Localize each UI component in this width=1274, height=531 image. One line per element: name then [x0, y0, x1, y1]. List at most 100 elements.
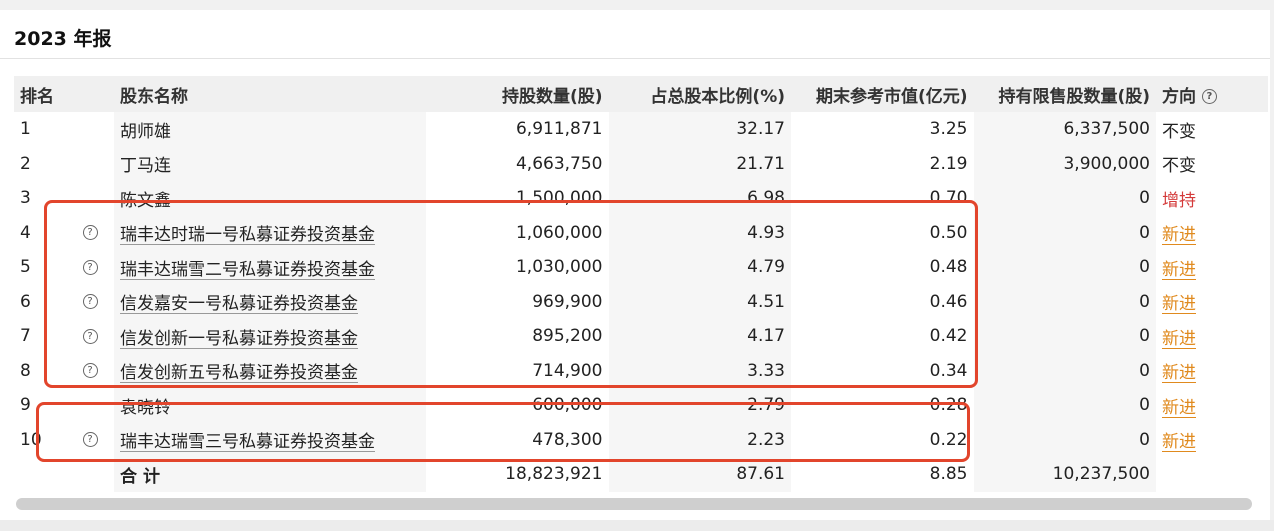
- shareholder-name[interactable]: 瑞丰达瑞雪二号私募证券投资基金: [114, 250, 426, 285]
- shares-cell: 600,000: [532, 395, 603, 416]
- question-circle-icon[interactable]: ?: [82, 259, 98, 275]
- shareholder-name-text[interactable]: 信发嘉安一号私募证券投资基金: [120, 294, 358, 314]
- ratio-cell: 4.17: [608, 319, 791, 354]
- question-circle-icon[interactable]: ?: [82, 432, 98, 448]
- direction-cell: 新进: [1156, 216, 1268, 251]
- direction-text: 不变: [1162, 156, 1196, 177]
- shareholder-name-text[interactable]: 瑞丰达时瑞一号私募证券投资基金: [120, 225, 375, 245]
- direction-text[interactable]: 新进: [1162, 432, 1196, 452]
- direction-text[interactable]: 新进: [1162, 294, 1196, 314]
- shareholder-name[interactable]: 信发创新五号私募证券投资基金: [114, 353, 426, 388]
- direction-cell: 新进: [1156, 423, 1268, 458]
- direction-cell: 不变: [1156, 112, 1268, 147]
- direction-text[interactable]: 新进: [1162, 398, 1196, 418]
- restricted-cell: 0: [973, 181, 1156, 216]
- icon-cell: ?: [66, 319, 114, 354]
- horizontal-scrollbar[interactable]: [16, 498, 1252, 510]
- ratio-cell: 2.79: [608, 388, 791, 423]
- shares-cell: 6,911,871: [515, 119, 603, 140]
- shares-cell: 1,500,000: [515, 188, 603, 209]
- header-restricted[interactable]: 持有限售股数量(股): [974, 76, 1157, 112]
- value-cell: 2.19: [929, 153, 968, 174]
- rank-cell: 7: [20, 326, 31, 347]
- rank-cell: 1: [20, 119, 31, 140]
- table-row: 10? 瑞丰达瑞雪三号私募证券投资基金 478,300 2.23 0.22 0 新进: [14, 422, 1268, 458]
- header-value[interactable]: 期末参考市值(亿元): [791, 76, 974, 112]
- shares-cell: 4,663,750: [515, 153, 603, 174]
- title-divider: [0, 58, 1270, 59]
- header-ratio[interactable]: 占总股本比例(%): [609, 76, 792, 112]
- direction-text[interactable]: 新进: [1162, 363, 1196, 383]
- direction-cell: 新进: [1156, 285, 1268, 320]
- icon-cell: [66, 112, 114, 147]
- value-cell: 0.48: [929, 257, 968, 278]
- ratio-cell: 4.79: [608, 250, 791, 285]
- header-direction[interactable]: 方向 ?: [1156, 76, 1268, 112]
- question-circle-icon[interactable]: ?: [1201, 89, 1217, 104]
- header-rank[interactable]: 排名: [14, 76, 66, 112]
- table-row: 4? 瑞丰达时瑞一号私募证券投资基金 1,060,000 4.93 0.50 0 新进: [14, 215, 1268, 251]
- value-cell: 0.28: [929, 395, 968, 416]
- table-row: 7? 信发创新一号私募证券投资基金 895,200 4.17 0.42 0 新进: [14, 319, 1268, 354]
- total-ratio: 87.61: [608, 457, 791, 492]
- shareholder-name: 丁马连: [114, 146, 426, 181]
- restricted-cell: 0: [973, 319, 1156, 354]
- direction-cell: 新进: [1156, 319, 1268, 354]
- shareholder-name-text: 陈文鑫: [120, 190, 171, 211]
- direction-cell: 增持: [1156, 181, 1268, 216]
- total-label: 合计: [114, 457, 426, 492]
- question-circle-icon[interactable]: ?: [82, 328, 98, 344]
- question-circle-icon[interactable]: ?: [82, 363, 98, 379]
- shareholder-name-text: 丁马连: [120, 156, 171, 177]
- question-circle-icon[interactable]: ?: [82, 294, 98, 310]
- direction-text: 增持: [1162, 190, 1196, 211]
- shareholder-name[interactable]: 信发创新一号私募证券投资基金: [114, 319, 426, 354]
- direction-text[interactable]: 新进: [1162, 225, 1196, 245]
- direction-text[interactable]: 新进: [1162, 329, 1196, 349]
- icon-cell: ?: [66, 216, 114, 251]
- icon-cell: [66, 181, 114, 216]
- icon-cell: ?: [66, 285, 114, 320]
- shareholder-name: 胡师雄: [114, 112, 426, 147]
- table-row: 5? 瑞丰达瑞雪二号私募证券投资基金 1,030,000 4.79 0.48 0 新进: [14, 250, 1268, 285]
- icon-cell: ?: [66, 423, 114, 458]
- value-cell: 0.50: [929, 222, 968, 243]
- rank-cell: 10: [20, 429, 42, 450]
- shareholder-name-text: 胡师雄: [120, 121, 171, 142]
- rank-cell: 2: [20, 153, 31, 174]
- total-rank-cell: [14, 457, 66, 492]
- shareholder-name[interactable]: 信发嘉安一号私募证券投资基金: [114, 284, 426, 319]
- direction-cell: 新进: [1156, 354, 1268, 389]
- total-shares: 18,823,921: [505, 464, 603, 485]
- restricted-cell: 0: [973, 284, 1156, 319]
- direction-cell: 不变: [1156, 147, 1268, 182]
- table-row: 3 陈文鑫 1,500,000 6.98 0.70 0 增持: [14, 181, 1268, 216]
- shareholder-name[interactable]: 瑞丰达瑞雪三号私募证券投资基金: [114, 422, 426, 457]
- rank-cell: 5: [20, 257, 31, 278]
- restricted-cell: 0: [973, 250, 1156, 285]
- direction-text[interactable]: 新进: [1162, 260, 1196, 280]
- value-cell: 3.25: [929, 119, 968, 140]
- table-row: 2 丁马连 4,663,750 21.71 2.19 3,900,000 不变: [14, 146, 1268, 182]
- value-cell: 0.46: [929, 291, 968, 312]
- shareholder-name-text[interactable]: 信发创新一号私募证券投资基金: [120, 329, 358, 349]
- ratio-cell: 6.98: [608, 181, 791, 216]
- shareholder-name[interactable]: 瑞丰达时瑞一号私募证券投资基金: [114, 215, 426, 250]
- rank-cell: 3: [20, 188, 31, 209]
- direction-cell: 新进: [1156, 388, 1268, 423]
- header-shares[interactable]: 持股数量(股): [426, 76, 609, 112]
- table-row: 6? 信发嘉安一号私募证券投资基金 969,900 4.51 0.46 0 新进: [14, 284, 1268, 320]
- shareholder-name-text[interactable]: 信发创新五号私募证券投资基金: [120, 363, 358, 383]
- shareholder-name-text[interactable]: 瑞丰达瑞雪三号私募证券投资基金: [120, 432, 375, 452]
- direction-text: 不变: [1162, 121, 1196, 142]
- shareholder-name-text[interactable]: 瑞丰达瑞雪二号私募证券投资基金: [120, 260, 375, 280]
- total-row: 合计 18,823,921 87.61 8.85 10,237,500: [14, 457, 1268, 492]
- restricted-cell: 6,337,500: [973, 112, 1156, 147]
- question-circle-icon[interactable]: ?: [82, 225, 98, 241]
- header-name[interactable]: 股东名称: [114, 76, 426, 112]
- ratio-cell: 2.23: [608, 422, 791, 457]
- shares-cell: 969,900: [532, 291, 603, 312]
- total-icon-cell: [66, 457, 114, 492]
- total-restricted: 10,237,500: [973, 457, 1156, 492]
- section-title: 2023 年报: [14, 28, 112, 50]
